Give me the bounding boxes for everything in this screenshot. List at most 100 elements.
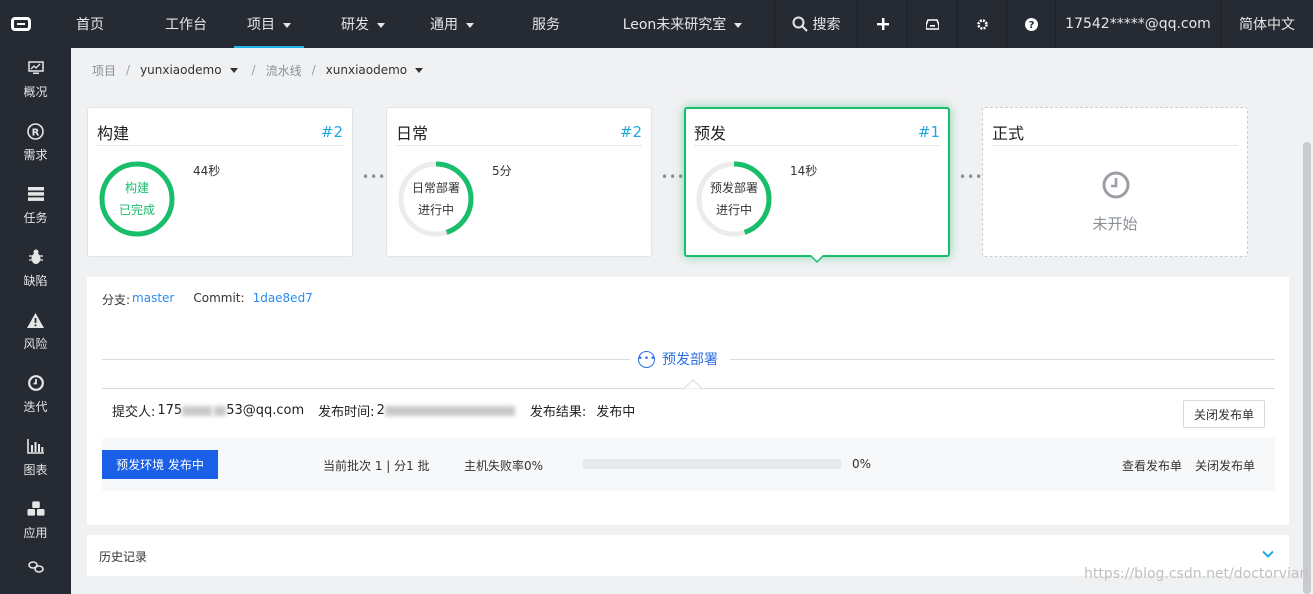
sidebar-item-more[interactable] bbox=[0, 552, 71, 582]
submitter-value-start: 175 bbox=[157, 403, 183, 418]
nav-project-label: 项目 bbox=[247, 17, 275, 33]
chevron-down-icon[interactable] bbox=[1261, 547, 1275, 561]
stage-duration: 44秒 bbox=[193, 164, 221, 178]
top-navigation-bar: 首页 工作台 项目 研发 通用 服务 Leon未来研究室 搜索 ? 17542*… bbox=[0, 0, 1313, 48]
sidebar-item-label: 图表 bbox=[23, 463, 48, 477]
top-right-tools: Leon未来研究室 搜索 ? 17542*****@qq.com 简体中文 bbox=[591, 0, 1313, 48]
stage-run-number[interactable]: #2 bbox=[321, 123, 343, 141]
stage-job-name: 日常部署 bbox=[411, 181, 460, 195]
stage-pending-label: 未开始 bbox=[1092, 215, 1138, 233]
stage-card-build[interactable]: 构建 #2 构建 已完成 44秒 bbox=[87, 107, 353, 257]
chevron-down-icon bbox=[466, 22, 474, 28]
stage-card-daily[interactable]: 日常 #2 日常部署 进行中 5分 bbox=[386, 107, 652, 257]
team-name: Leon未来研究室 bbox=[622, 17, 727, 33]
nav-workbench[interactable]: 工作台 bbox=[138, 0, 234, 48]
clock-icon bbox=[1102, 171, 1130, 199]
environment-status-button[interactable]: 预发环境 发布中 bbox=[102, 450, 218, 479]
gear-icon bbox=[976, 18, 988, 30]
nav-dev-label: 研发 bbox=[341, 17, 369, 33]
search-button[interactable]: 搜索 bbox=[774, 0, 857, 48]
stage-run-number[interactable]: #1 bbox=[918, 123, 940, 141]
sidebar-item-iterations[interactable]: 迭代 bbox=[0, 363, 71, 426]
bug-icon bbox=[27, 248, 45, 266]
svg-text:?: ? bbox=[1028, 20, 1034, 31]
redacted-text bbox=[214, 405, 227, 416]
submitter-value-end: 53@qq.com bbox=[226, 403, 305, 418]
publish-result-label: 发布结果: bbox=[529, 405, 587, 420]
breadcrumb-pipeline[interactable]: xunxiaodemo bbox=[326, 63, 407, 77]
stage-title: 正式 bbox=[992, 123, 1025, 143]
breadcrumb-separator: / bbox=[311, 63, 316, 77]
logo-icon[interactable] bbox=[0, 0, 42, 48]
batch-info: 当前批次 1 | 分1 批 bbox=[323, 459, 430, 473]
help-button[interactable]: ? bbox=[1006, 0, 1055, 48]
breadcrumb-separator: / bbox=[126, 63, 131, 77]
link-icon bbox=[27, 558, 45, 576]
sidebar-item-apps[interactable]: 应用 bbox=[0, 489, 71, 552]
account-menu[interactable]: 17542*****@qq.com bbox=[1055, 0, 1220, 48]
close-release-button[interactable]: 关闭发布单 bbox=[1183, 400, 1265, 428]
add-button[interactable] bbox=[857, 0, 907, 48]
help-icon: ? bbox=[1024, 17, 1038, 31]
sidebar-item-overview[interactable]: 概况 bbox=[0, 48, 71, 111]
sidebar-item-requirements[interactable]: R 需求 bbox=[0, 111, 71, 174]
release-info-row: 提交人: 175 53@qq.com 发布时间: 2 发布结果: 发布中 bbox=[112, 401, 635, 420]
close-release-link[interactable]: 关闭发布单 bbox=[1195, 457, 1255, 474]
language-label: 简体中文 bbox=[1239, 17, 1295, 33]
page-scrollbar[interactable] bbox=[1303, 142, 1311, 594]
nav-common-label: 通用 bbox=[430, 17, 458, 33]
more-dots-icon: ••• bbox=[638, 350, 655, 368]
view-release-link[interactable]: 查看发布单 bbox=[1122, 457, 1182, 474]
svg-text:R: R bbox=[32, 127, 40, 138]
history-title: 历史记录 bbox=[99, 550, 148, 564]
nav-project[interactable]: 项目 bbox=[234, 0, 304, 48]
nav-home-label: 首页 bbox=[76, 17, 104, 33]
breadcrumb-section[interactable]: 流水线 bbox=[266, 62, 302, 79]
stage-status: 进行中 bbox=[417, 203, 454, 217]
stage-header: 构建 #2 bbox=[97, 118, 343, 146]
breadcrumb-project[interactable]: yunxiaodemo bbox=[140, 63, 221, 77]
deploy-progress-bar bbox=[583, 459, 841, 469]
sidebar-item-risks[interactable]: 风险 bbox=[0, 300, 71, 363]
redacted-text bbox=[384, 405, 515, 416]
branch-label: 分支: bbox=[102, 293, 131, 307]
nav-home[interactable]: 首页 bbox=[42, 0, 138, 48]
team-switcher[interactable]: Leon未来研究室 bbox=[591, 0, 774, 48]
sidebar-item-tasks[interactable]: 任务 bbox=[0, 174, 71, 237]
sidebar-item-label: 风险 bbox=[23, 337, 48, 351]
chevron-down-icon[interactable] bbox=[415, 67, 424, 73]
nav-dev[interactable]: 研发 bbox=[320, 0, 406, 48]
sidebar-item-defects[interactable]: 缺陷 bbox=[0, 237, 71, 300]
stage-run-number[interactable]: #2 bbox=[620, 123, 642, 141]
nav-common[interactable]: 通用 bbox=[406, 0, 498, 48]
language-switcher[interactable]: 简体中文 bbox=[1220, 0, 1313, 48]
inbox-button[interactable] bbox=[907, 0, 957, 48]
sidebar-item-charts[interactable]: 图表 bbox=[0, 426, 71, 489]
chevron-down-icon bbox=[377, 22, 385, 28]
sidebar-item-label: 迭代 bbox=[23, 400, 48, 414]
search-icon bbox=[792, 16, 808, 32]
nav-service[interactable]: 服务 bbox=[498, 0, 594, 48]
sidebar: 概况 R 需求 任务 缺陷 风险 迭代 图表 应用 bbox=[0, 48, 71, 594]
section-divider bbox=[102, 359, 630, 360]
branch-link[interactable]: master bbox=[132, 291, 174, 308]
stage-status: 已完成 bbox=[118, 203, 155, 217]
publish-result-value: 发布中 bbox=[596, 405, 636, 420]
stage-title: 构建 bbox=[97, 123, 130, 143]
stage-card-production[interactable]: 正式 未开始 bbox=[982, 107, 1248, 257]
stage-status-text: 构建 已完成 bbox=[98, 160, 176, 238]
settings-button[interactable] bbox=[957, 0, 1006, 48]
stage-title: 预发 bbox=[694, 123, 727, 143]
breadcrumb: 项目 / yunxiaodemo / 流水线 / xunxiaodemo bbox=[92, 62, 424, 79]
watermark-text: https://blog.csdn.net/doctorvian bbox=[1084, 566, 1309, 582]
stage-title: 日常 bbox=[396, 123, 429, 143]
stage-connector: ••• bbox=[959, 170, 984, 184]
commit-link[interactable]: 1dae8ed7 bbox=[253, 291, 313, 308]
breadcrumb-separator: / bbox=[251, 63, 256, 77]
nav-service-label: 服务 bbox=[532, 17, 560, 33]
stage-card-staging[interactable]: 预发 #1 预发部署 进行中 14秒 bbox=[684, 107, 950, 257]
chevron-down-icon[interactable] bbox=[229, 67, 238, 73]
section-divider bbox=[730, 359, 1275, 360]
breadcrumb-root[interactable]: 项目 bbox=[92, 62, 116, 79]
account-email: 17542*****@qq.com bbox=[1065, 16, 1211, 32]
